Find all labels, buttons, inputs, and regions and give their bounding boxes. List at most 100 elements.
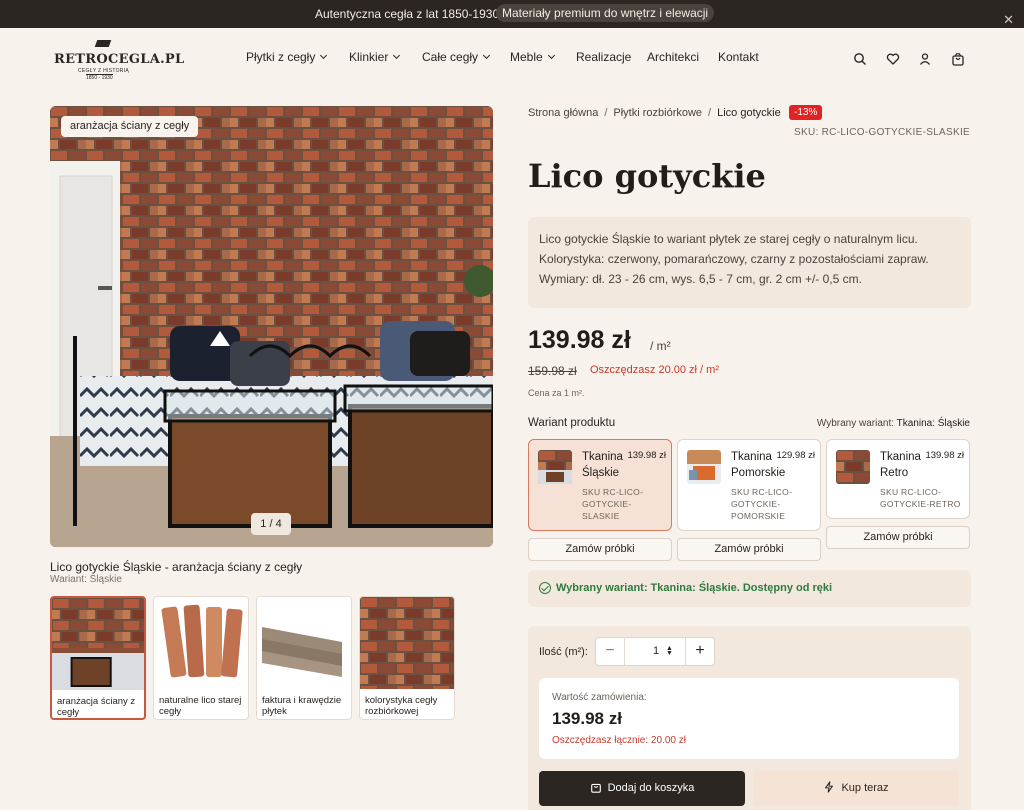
quantity-stepper: − ▲▼ + [595, 637, 715, 666]
logo-wordmark: RETROCEGLA.PL [54, 52, 185, 67]
nav-kontakt[interactable]: Kontakt [718, 50, 759, 64]
savings-text: Oszczędzasz 20.00 zł / m² [590, 364, 719, 376]
variant-price: 139.98 zł [627, 450, 666, 461]
nav-label: Płytki z cegły [246, 50, 316, 64]
thumbnail-image [360, 597, 454, 689]
breadcrumb-separator: / [604, 107, 608, 119]
thumbnail-image [52, 598, 144, 690]
variant-sku: SKU RC-LICO-GOTYCKIE-RETRO [880, 487, 961, 509]
thumbnail-2[interactable]: naturalne lico starej cegły [153, 596, 249, 720]
promo-text: Autentyczna cegła z lat 1850-1930 [315, 7, 500, 21]
nav-label: Meble [510, 50, 543, 64]
quantity-increase-button[interactable]: + [685, 638, 714, 665]
order-samples-button[interactable]: Zamów próbki [677, 538, 821, 561]
add-to-cart-label: Dodaj do koszyka [607, 782, 695, 794]
chevron-down-icon [320, 51, 328, 60]
variant-price: 129.98 zł [776, 450, 815, 461]
lightning-icon [825, 781, 834, 793]
order-samples-button[interactable]: Zamów próbki [826, 526, 970, 549]
thumbnail-image [257, 597, 351, 689]
variant-selected: Wybrany wariant: Tkanina: Śląskie [817, 418, 970, 429]
chevron-down-icon [482, 51, 491, 60]
thumbnail-3[interactable]: faktura i krawędzie płytek [256, 596, 352, 720]
search-icon[interactable] [853, 52, 867, 66]
breadcrumb-home[interactable]: Strona główna [528, 107, 598, 119]
variant-name: Tkanina Śląskie [582, 451, 623, 479]
brick-logo-icon [94, 40, 112, 47]
nav-label: Całe cegły [422, 50, 479, 64]
breadcrumb-category[interactable]: Płytki rozbiórkowe [613, 107, 702, 119]
thumbnail-4[interactable]: kolorystyka cegły rozbiórkowej [359, 596, 455, 720]
chevron-down-icon [547, 51, 555, 60]
product-title: Lico gotyckie [528, 157, 766, 195]
logo-years: 1850 - 1930 [86, 74, 113, 81]
nav-plytki[interactable]: Płytki z cegły [246, 50, 328, 64]
buy-now-button[interactable]: Kup teraz [753, 771, 959, 806]
nav-meble[interactable]: Meble [510, 50, 555, 64]
heart-icon[interactable] [886, 52, 900, 66]
bag-icon [590, 783, 601, 793]
variant-sku: SKU RC-LICO-GOTYCKIE-SLASKIE [582, 487, 644, 521]
nav-label: Klinkier [349, 50, 389, 64]
variant-thumbnail [538, 450, 572, 484]
breadcrumb: Strona główna / Płytki rozbiórkowe / Lico go… [528, 107, 781, 119]
add-to-cart-button[interactable]: Dodaj do koszyka [539, 771, 745, 806]
promo-bar: Autentyczna cegła z lat 1850-1930 Materi… [0, 0, 1024, 28]
quantity-decrease-button[interactable]: − [596, 638, 625, 665]
availability-banner: Wybrany wariant: Tkanina: Śląskie. Dostę… [528, 570, 971, 607]
variant-selected-prefix: Wybrany wariant: [816, 418, 895, 429]
nav-klinkier[interactable]: Klinkier [349, 50, 401, 64]
image-caption-variant: Wariant: Śląskie [50, 574, 122, 585]
order-summary: Wartość zamówienia: 139.98 zł Oszczędzas… [539, 678, 959, 759]
promo-pill: Materiały premium do wnętrz i elewacji [496, 4, 715, 22]
nav-cale-cegly[interactable]: Całe cegły [422, 50, 491, 64]
chevron-down-icon [393, 51, 401, 60]
order-value: 139.98 zł [552, 709, 622, 728]
order-savings: Oszczędzasz łącznie: 20.00 zł [552, 735, 686, 746]
availability-text: Wybrany wariant: Tkanina: Śląskie. Dostę… [556, 582, 833, 594]
thumbnail-label: faktura i krawędzie płytek [262, 695, 342, 717]
order-value-label: Wartość zamówienia: [552, 692, 647, 703]
nav-realizacje[interactable]: Realizacje [576, 50, 631, 64]
variant-card-retro[interactable]: Tkanina Retro 139.98 zł SKU RC-LICO-GOTY… [826, 439, 970, 519]
old-price: 159.98 zł [528, 364, 577, 378]
breadcrumb-current: Lico gotyckie [717, 107, 781, 119]
order-samples-button[interactable]: Zamów próbki [528, 538, 672, 561]
breadcrumb-separator: / [708, 107, 712, 119]
spin-arrows-icon[interactable]: ▲ ▼ [666, 645, 673, 657]
price-note: Cena za 1 m². [528, 388, 585, 398]
site-header: RETROCEGLA.PL CEGŁY Z HISTORIĄ 1850 - 19… [0, 28, 1024, 88]
product-description: Lico gotyckie Śląskie to wariant płytek … [528, 217, 971, 308]
logo[interactable]: RETROCEGLA.PL CEGŁY Z HISTORIĄ 1850 - 19… [52, 38, 184, 81]
variant-thumbnail [687, 450, 721, 484]
product-price: 139.98 zł [528, 326, 631, 354]
variant-price: 139.98 zł [925, 450, 964, 461]
thumbnail-label: naturalne lico starej cegły [159, 695, 242, 717]
thumbnail-1[interactable]: aranżacja ściany z cegły [50, 596, 146, 720]
thumbnail-label: aranżacja ściany z cegły [57, 696, 136, 718]
variant-heading: Wariant produktu [528, 417, 616, 429]
buy-now-label: Kup teraz [841, 782, 889, 794]
close-icon[interactable]: ✕ [1003, 13, 1014, 26]
product-main-image[interactable] [50, 106, 493, 547]
buy-box: Ilość (m²): − ▲▼ + Wartość zamówienia: 1… [528, 626, 971, 810]
thumbnail-label: kolorystyka cegły rozbiórkowej [365, 695, 438, 717]
quantity-input[interactable] [626, 645, 686, 657]
image-caption: Lico gotyckie Śląskie - aranżacja ściany… [50, 560, 303, 574]
nav-architekci[interactable]: Architekci [647, 50, 699, 64]
sale-badge: -13% [789, 105, 823, 120]
image-counter: 1 / 4 [251, 513, 291, 535]
check-circle-icon [539, 582, 551, 594]
variant-selected-value: Tkanina: Śląskie [896, 418, 970, 429]
variant-name: Tkanina Retro [880, 451, 921, 479]
price-unit: / m² [650, 339, 671, 353]
product-sku: SKU: RC-LICO-GOTYCKIE-SLASKIE [794, 127, 970, 138]
thumbnail-image [154, 597, 248, 689]
image-tag-chip: aranżacja ściany z cegły [61, 116, 199, 137]
variant-card-slaskie[interactable]: Tkanina Śląskie 139.98 zł SKU RC-LICO-GO… [528, 439, 672, 531]
variant-thumbnail [836, 450, 870, 484]
user-icon[interactable] [918, 52, 932, 66]
variant-name: Tkanina Pomorskie [731, 451, 786, 479]
bag-icon[interactable] [951, 52, 965, 66]
variant-card-pomorskie[interactable]: Tkanina Pomorskie 129.98 zł SKU RC-LICO-… [677, 439, 821, 531]
